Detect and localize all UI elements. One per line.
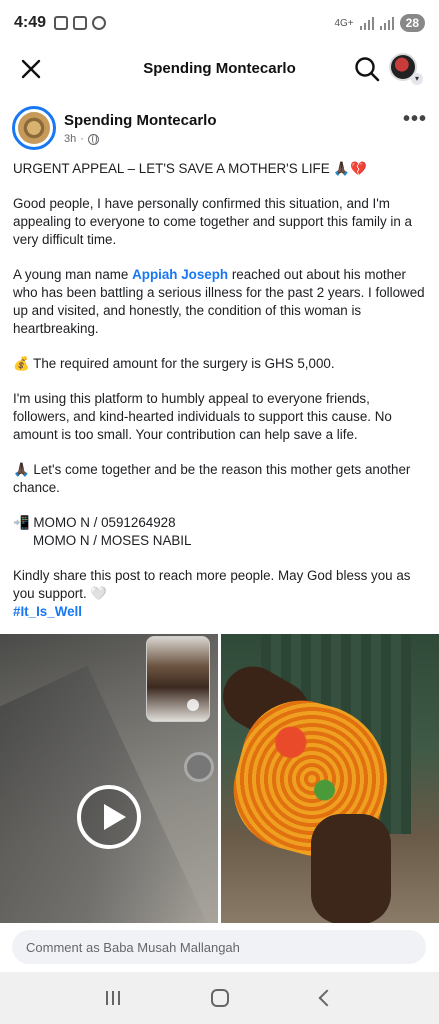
- search-icon: [355, 57, 380, 82]
- post-header: Spending Montecarlo 3h · •••: [0, 104, 439, 154]
- post-meta: 3h ·: [64, 133, 99, 145]
- status-bar: 4:49 4G+ 28: [0, 0, 439, 46]
- page-avatar[interactable]: [12, 106, 56, 150]
- post-paragraph: 🙏🏿 Let's come together and be the reason…: [13, 462, 411, 495]
- search-button[interactable]: [353, 55, 381, 83]
- signal-icon: [359, 16, 374, 30]
- post-headline: URGENT APPEAL – LET'S SAVE A MOTHER'S LI…: [13, 161, 367, 176]
- video-call-pip: [146, 636, 210, 722]
- back-button[interactable]: [318, 989, 336, 1007]
- signal-icon-2: [379, 16, 394, 30]
- status-time: 4:49: [14, 14, 47, 31]
- post-paragraph: Kindly share this post to reach more peo…: [13, 568, 411, 619]
- more-icon: •••: [402, 108, 427, 130]
- messenger-icon: [92, 16, 107, 30]
- profile-button[interactable]: ▾: [389, 53, 423, 85]
- mention-link[interactable]: Appiah Joseph: [132, 267, 228, 282]
- momo-name: MOMO N / MOSES NABIL: [33, 533, 192, 548]
- globe-icon: [87, 133, 99, 145]
- post-paragraph: Good people, I have personally confirmed…: [13, 196, 412, 247]
- post-text: URGENT APPEAL – LET'S SAVE A MOTHER'S LI…: [13, 160, 429, 621]
- hashtag-link[interactable]: #It_Is_Well: [13, 604, 82, 619]
- momo-details: 📲 MOMO N / 0591264928 MOMO N / MOSES NAB…: [13, 514, 429, 550]
- momo-number: 📲 MOMO N / 0591264928: [13, 515, 176, 530]
- photo-thumbnail[interactable]: [221, 634, 439, 923]
- post-paragraph: A young man name Appiah Joseph reached o…: [13, 267, 425, 336]
- network-type: 4G+: [334, 17, 354, 29]
- post-media: [0, 634, 439, 923]
- page-name[interactable]: Spending Montecarlo: [64, 112, 217, 129]
- notification-icon: [54, 16, 69, 30]
- notification-icons: [54, 16, 107, 30]
- comment-placeholder: Comment as Baba Musah Mallangah: [26, 939, 240, 955]
- more-options-button[interactable]: •••: [403, 108, 427, 131]
- comment-input[interactable]: Comment as Baba Musah Mallangah: [12, 930, 426, 964]
- battery-badge: 28: [399, 14, 425, 32]
- system-nav-bar: [0, 972, 439, 1024]
- post-time[interactable]: 3h: [64, 133, 76, 145]
- home-button[interactable]: [211, 989, 230, 1007]
- play-button[interactable]: [77, 785, 141, 849]
- app-header: Spending Montecarlo ▾: [0, 46, 439, 94]
- post-paragraph: 💰 The required amount for the surgery is…: [13, 356, 335, 371]
- recent-apps-button[interactable]: [105, 991, 120, 1005]
- chevron-down-icon: ▾: [411, 73, 423, 85]
- record-icon: [184, 752, 214, 782]
- status-right: 4G+ 28: [334, 14, 425, 32]
- video-thumbnail[interactable]: [0, 634, 218, 923]
- screenshot-icon: [73, 16, 88, 30]
- post-paragraph: I'm using this platform to humbly appeal…: [13, 391, 392, 442]
